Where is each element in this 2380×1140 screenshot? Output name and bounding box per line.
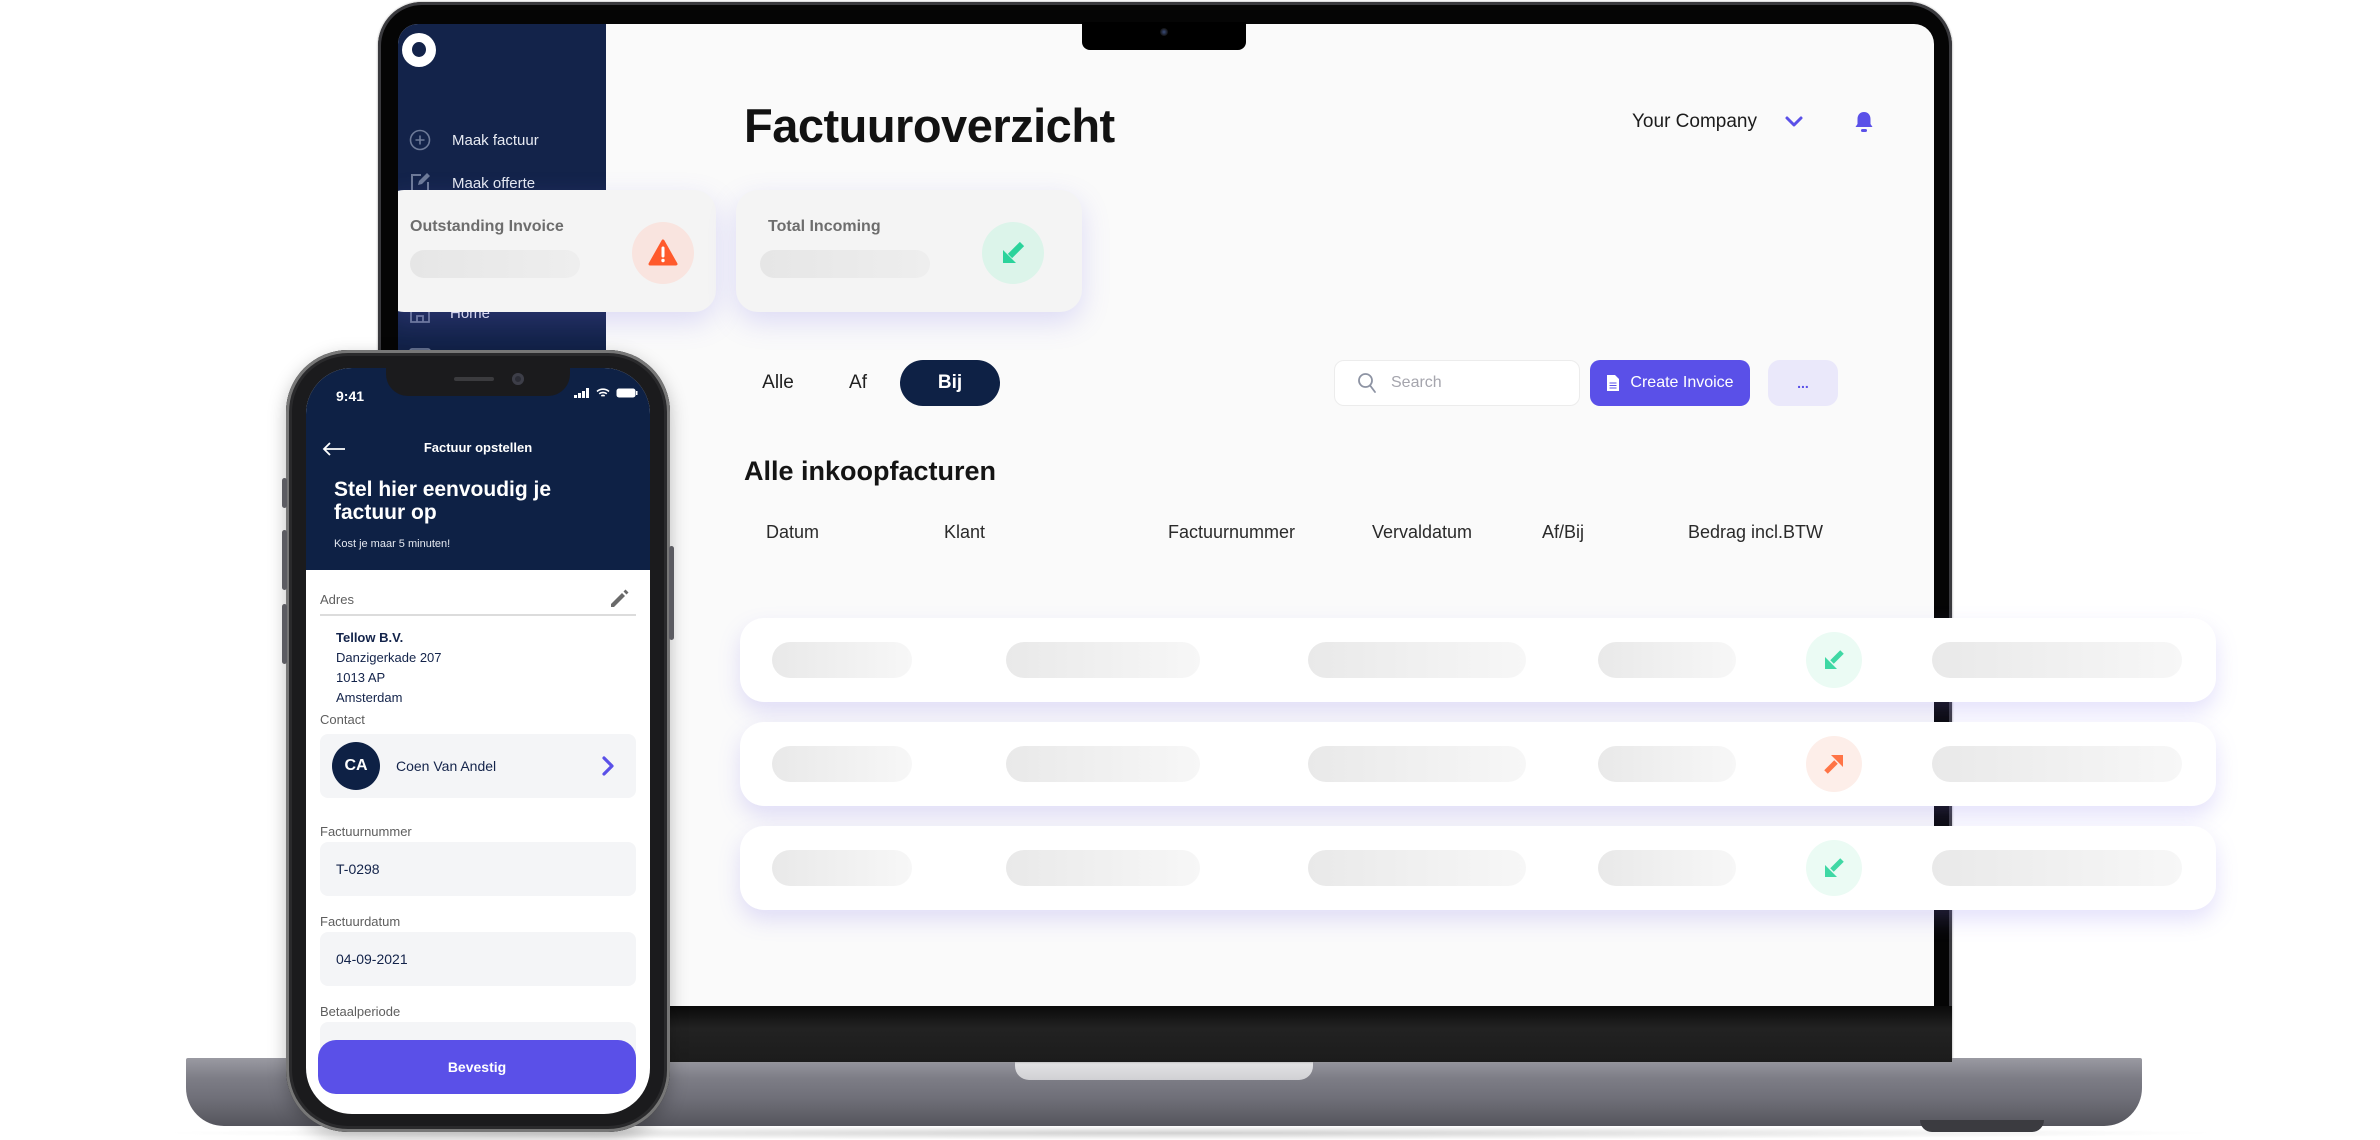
address-divider	[320, 614, 636, 616]
phone-volume-down	[282, 604, 287, 664]
search-icon	[1358, 373, 1376, 393]
invoice-number-field[interactable]: T-0298	[320, 842, 636, 896]
status-icons	[574, 388, 638, 398]
cell-placeholder	[1598, 746, 1736, 782]
signal-icon	[574, 388, 589, 398]
column-header-datum[interactable]: Datum	[766, 522, 819, 543]
phone-device: 9:41 Factuur opstellen Stel hier eenvoud…	[282, 350, 674, 1132]
column-header-factuurnummer[interactable]: Factuurnummer	[1168, 522, 1295, 543]
stat-label: Total Incoming	[768, 218, 881, 235]
contact-selector[interactable]: CA Coen Van Andel	[320, 734, 636, 798]
pencil-icon[interactable]	[608, 588, 630, 610]
phone-heading: Stel hier eenvoudig je factuur op	[334, 478, 552, 524]
cell-placeholder	[772, 642, 912, 678]
contact-name: Coen Van Andel	[396, 758, 497, 774]
cell-placeholder	[1932, 746, 2182, 782]
warning-icon	[632, 222, 694, 284]
arrow-up-right-icon	[1806, 736, 1862, 792]
cell-placeholder	[1932, 850, 2182, 886]
laptop-foot	[1920, 1120, 2044, 1132]
cell-placeholder	[1308, 746, 1526, 782]
cell-placeholder	[1308, 642, 1526, 678]
invoice-number-label: Factuurnummer	[320, 824, 412, 839]
column-header-vervaldatum[interactable]: Vervaldatum	[1372, 522, 1472, 543]
phone-subheading: Kost je maar 5 minuten!	[334, 538, 451, 550]
cell-placeholder	[1932, 642, 2182, 678]
wifi-icon	[596, 388, 610, 397]
sidebar-item-maak-factuur[interactable]: Maak factuur	[408, 128, 539, 152]
laptop-notch	[1082, 22, 1246, 50]
stat-value-placeholder	[410, 250, 580, 278]
stat-label: Outstanding Invoice	[410, 218, 564, 235]
search-box[interactable]	[1334, 360, 1580, 406]
stat-card-outstanding[interactable]: Outstanding Invoice	[398, 190, 716, 312]
column-header-klant[interactable]: Klant	[944, 522, 985, 543]
tab-af[interactable]: Af	[828, 360, 888, 406]
cell-placeholder	[1308, 850, 1526, 886]
arrow-down-left-icon	[982, 222, 1044, 284]
address-street: Danzigerkade 207	[336, 650, 442, 665]
phone-power-button	[669, 546, 674, 640]
cell-placeholder	[1598, 642, 1736, 678]
address-label: Adres	[320, 592, 354, 607]
arrow-down-left-icon	[1806, 632, 1862, 688]
column-header-af-bij[interactable]: Af/Bij	[1542, 522, 1584, 543]
tab-alle[interactable]: Alle	[742, 360, 814, 406]
chevron-down-icon[interactable]	[1783, 111, 1805, 133]
cell-placeholder	[1006, 746, 1200, 782]
tab-bij[interactable]: Bij	[900, 360, 1000, 406]
cell-placeholder	[1006, 850, 1200, 886]
app-logo[interactable]	[402, 33, 436, 67]
chevron-right-icon	[602, 756, 614, 776]
sidebar-item-label: Maak offerte	[452, 174, 536, 192]
phone-header: 9:41 Factuur opstellen Stel hier eenvoud…	[306, 368, 650, 570]
confirm-button[interactable]: Bevestig	[318, 1040, 636, 1094]
invoice-date-label: Factuurdatum	[320, 914, 401, 929]
sidebar-item-label: Maak factuur	[452, 131, 539, 149]
cell-placeholder	[1598, 850, 1736, 886]
arrow-down-left-icon	[1806, 840, 1862, 896]
stat-card-total-incoming[interactable]: Total Incoming	[736, 190, 1082, 312]
phone-nav-title: Factuur opstellen	[423, 440, 533, 455]
plus-circle-icon	[408, 128, 432, 152]
page-title: Factuuroverzicht	[744, 99, 1115, 152]
camera-icon	[1160, 28, 1168, 36]
contact-label: Contact	[320, 712, 365, 727]
more-options-button[interactable]: ...	[1768, 360, 1838, 406]
phone-volume-up	[282, 530, 287, 590]
payment-period-label: Betaalperiode	[320, 1004, 401, 1019]
front-camera	[512, 373, 524, 385]
invoice-date-field[interactable]: 04-09-2021	[320, 932, 636, 986]
avatar: CA	[332, 742, 380, 790]
table-row[interactable]	[740, 722, 2216, 806]
bell-icon[interactable]	[1853, 110, 1875, 134]
status-time: 9:41	[336, 388, 365, 404]
stat-value-placeholder	[760, 250, 930, 278]
phone-notch	[386, 368, 570, 396]
company-name: Your Company	[1632, 111, 1757, 132]
company-switcher[interactable]: Your Company	[1632, 110, 1875, 134]
table-row[interactable]	[740, 826, 2216, 910]
cell-placeholder	[772, 746, 912, 782]
create-invoice-button[interactable]: Create Invoice	[1590, 360, 1750, 406]
cell-placeholder	[772, 850, 912, 886]
create-invoice-label: Create Invoice	[1630, 374, 1734, 391]
speaker-grille	[454, 377, 494, 381]
section-title: Alle inkoopfacturen	[744, 456, 997, 486]
phone-screen: 9:41 Factuur opstellen Stel hier eenvoud…	[306, 368, 650, 1114]
document-icon	[1607, 375, 1620, 391]
battery-icon	[616, 388, 638, 398]
table-row[interactable]	[740, 618, 2216, 702]
search-input[interactable]	[1391, 374, 1561, 392]
address-postcode: 1013 AP	[336, 670, 386, 685]
cell-placeholder	[1006, 642, 1200, 678]
phone-mute-switch	[282, 478, 287, 508]
address-city: Amsterdam	[336, 690, 403, 705]
address-company: Tellow B.V.	[336, 630, 404, 645]
column-header-bedrag[interactable]: Bedrag incl.BTW	[1688, 522, 1823, 543]
